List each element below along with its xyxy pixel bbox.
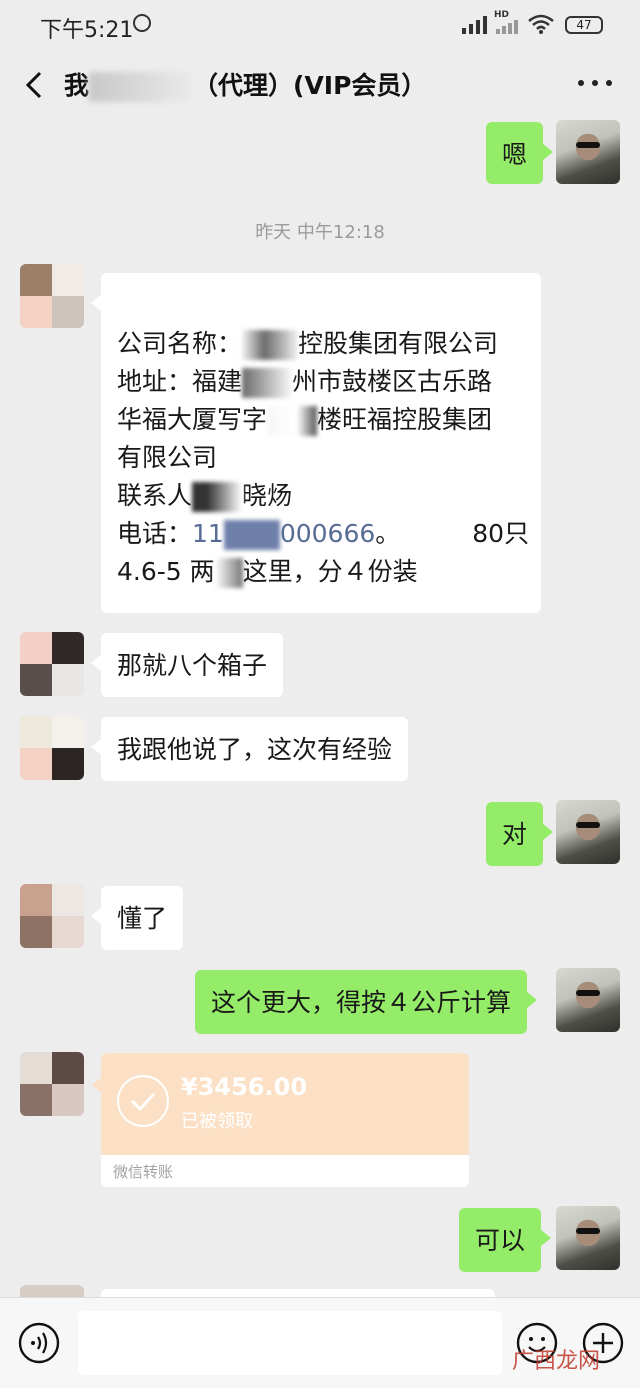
message-line: 华福大厦写字 楼旺福控股集团 [117,405,493,436]
more-icon[interactable] [578,78,612,88]
message-line: 电话：11 000666。 80只 [117,519,530,550]
chat-title: 我 （代理）(VIP会员） [64,66,426,102]
message-line: 4.6-5 两这里，分４份装 [117,557,418,588]
back-icon[interactable] [20,70,50,100]
status-time: 下午5:21 [40,18,134,43]
message-line: 联系人 晓炀 [117,481,293,512]
message-text: 我跟他说了，这次有经验 [117,735,393,764]
transfer-label: 微信转账 [113,1163,174,1181]
status-bar: 下午5:21 HD 47 [0,0,640,54]
transfer-body: ¥3456.00 已被领取 [101,1053,469,1155]
message-input[interactable] [78,1311,502,1375]
redacted-text [214,558,243,588]
signal-icon [462,16,487,34]
avatar-other[interactable] [20,716,84,780]
message-line: 有限公司 [117,443,218,472]
avatar-self[interactable] [556,1206,620,1270]
message-text: 懂了 [117,904,168,933]
chat-title-suffix: （代理）(VIP会员） [193,71,427,100]
watermark: 广西龙网 [512,1349,601,1374]
transfer-status: 已被领取 [181,1111,253,1132]
network-type: HD [494,10,510,20]
message-bubble-other[interactable]: 那就八个箱子 [90,633,284,697]
message-bubble-other[interactable]: 懂了 [90,886,184,950]
message-bubble-self[interactable]: 对 [486,802,554,866]
redacted-name [89,72,194,102]
avatar-other[interactable] [20,884,84,948]
message-text: 嗯 [502,140,528,169]
avatar-other[interactable] [20,264,84,328]
battery-icon: 47 [565,16,603,34]
alarm-icon [133,14,151,32]
check-icon [117,1075,169,1127]
message-bubble-other[interactable]: 我跟他说了，这次有经验 [90,717,409,781]
redacted-text [242,368,293,398]
signal-icon [496,20,518,34]
message-text: 那就八个箱子 [117,651,268,680]
chat-header: 我 （代理）(VIP会员） [0,54,640,116]
message-text: 这个更大，得按４公斤计算 [211,988,512,1017]
message-bubble-self[interactable]: 可以 [459,1208,552,1272]
redacted-text [192,482,243,512]
redacted-text [223,520,280,550]
redacted-text [267,406,318,436]
avatar-other[interactable] [20,1052,84,1116]
message-text: 对 [502,820,528,849]
avatar-other[interactable] [20,632,84,696]
transfer-card[interactable]: ¥3456.00 已被领取 微信转账 [92,1053,469,1187]
transfer-amount: ¥3456.00 [181,1073,308,1101]
redacted-text [242,330,299,360]
message-bubble-other[interactable]: 公司名称： 控股集团有限公司 地址：福建 州市鼓楼区古乐路 华福大厦写字 楼旺福控股集… [91,273,541,613]
avatar-self[interactable] [556,800,620,864]
voice-icon[interactable] [18,1322,60,1364]
message-bubble-self[interactable]: 这个更大，得按４公斤计算 [195,970,538,1034]
message-line: 地址：福建 州市鼓楼区古乐路 [117,367,493,398]
message-bubble-self[interactable]: 嗯 [486,122,554,184]
timestamp: 昨天 中午12:18 [255,222,385,243]
message-line: 公司名称： 控股集团有限公司 [117,329,499,360]
phone-link[interactable]: 11 000666 [192,519,375,550]
message-text: 可以 [475,1226,526,1255]
wifi-icon [528,14,554,34]
chat-title-prefix: 我 [64,71,90,100]
avatar-self[interactable] [556,968,620,1032]
transfer-footer: 微信转账 [101,1155,469,1187]
avatar-self[interactable] [556,120,620,184]
